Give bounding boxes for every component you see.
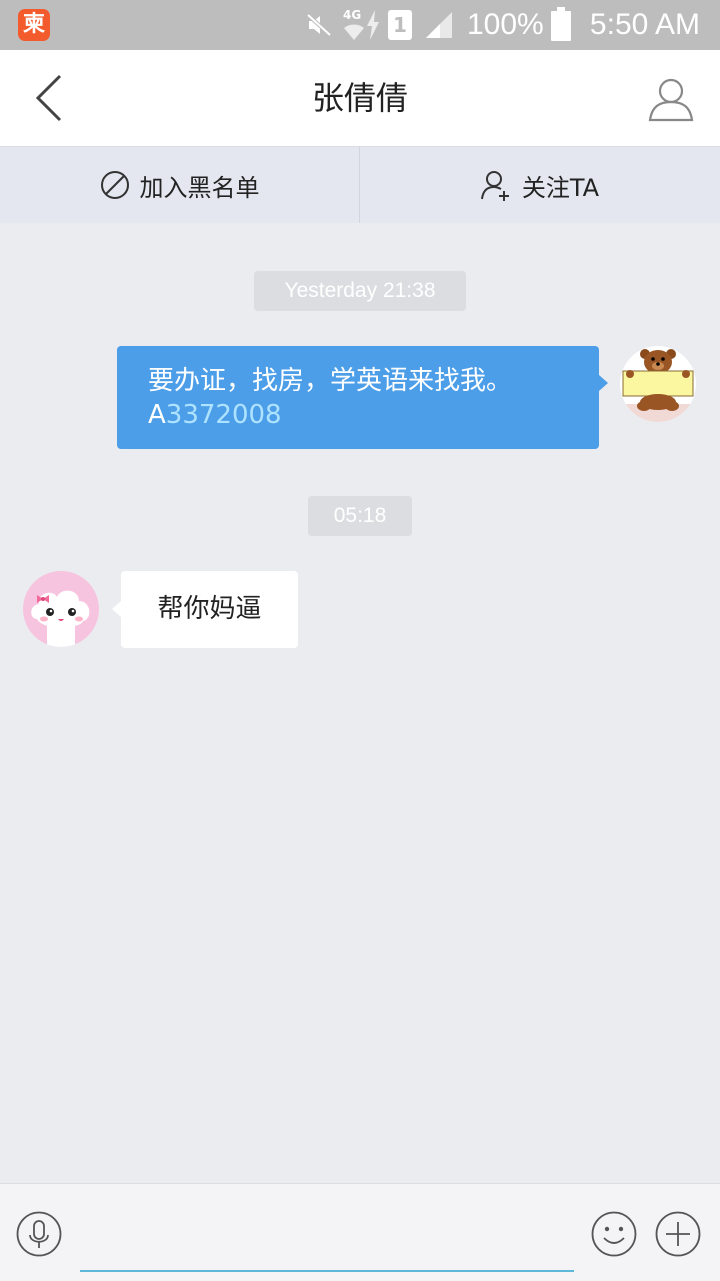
network-type: 4G (343, 8, 362, 22)
sim-icon: 1 (388, 10, 412, 40)
follow-button[interactable]: 关注TA (360, 147, 719, 223)
cloud-girl-avatar-icon (31, 590, 90, 647)
incoming-message-text: 帮你妈逼 (157, 594, 262, 624)
outgoing-message-bubble[interactable]: 要办证，找房，学英语来找我。 A3372008 (117, 346, 608, 449)
signal-icon (426, 12, 452, 38)
battery-icon (551, 7, 571, 41)
chat-title: 张倩倩 (311, 79, 408, 117)
clock: 5:50 AM (589, 8, 700, 41)
battery-percent: 100% (467, 8, 544, 41)
add-person-icon (480, 171, 509, 201)
data-bolt-icon (367, 10, 379, 40)
wifi-icon (344, 24, 364, 40)
profile-icon[interactable] (646, 74, 696, 124)
follow-label: 关注TA (521, 173, 600, 202)
microphone-icon[interactable] (16, 1211, 62, 1257)
message-input-bar (0, 1183, 720, 1281)
message-timestamp: 05:18 (308, 496, 412, 536)
outgoing-message-text: 要办证，找房，学英语来找我。 (148, 366, 513, 396)
contact-avatar[interactable] (23, 571, 99, 647)
my-avatar[interactable] (620, 346, 696, 422)
emoji-icon[interactable] (591, 1211, 637, 1257)
phone-number-link[interactable]: 3372008 (166, 400, 282, 430)
bubble-tail (599, 375, 608, 391)
add-to-blacklist-button[interactable]: 加入黑名单 (0, 147, 359, 223)
message-timestamp: Yesterday 21:38 (254, 271, 466, 311)
action-bar: 加入黑名单 关注TA (0, 147, 720, 223)
bear-avatar-icon (620, 349, 696, 422)
blacklist-label: 加入黑名单 (139, 173, 260, 202)
plus-icon[interactable] (655, 1211, 701, 1257)
chat-header: 张倩倩 (0, 50, 720, 147)
block-icon (100, 171, 129, 199)
status-bar: 柬 4G 1 100% 5:50 AM (0, 0, 720, 50)
app-icon: 柬 (18, 9, 50, 41)
outgoing-message-prefix: A (148, 400, 166, 430)
incoming-message-bubble[interactable]: 帮你妈逼 (112, 571, 298, 648)
message-input[interactable] (80, 1204, 574, 1272)
mute-icon (306, 13, 332, 37)
sim-number: 1 (393, 13, 407, 37)
outgoing-message-line2: A3372008 (148, 398, 569, 432)
bubble-tail (112, 601, 121, 617)
